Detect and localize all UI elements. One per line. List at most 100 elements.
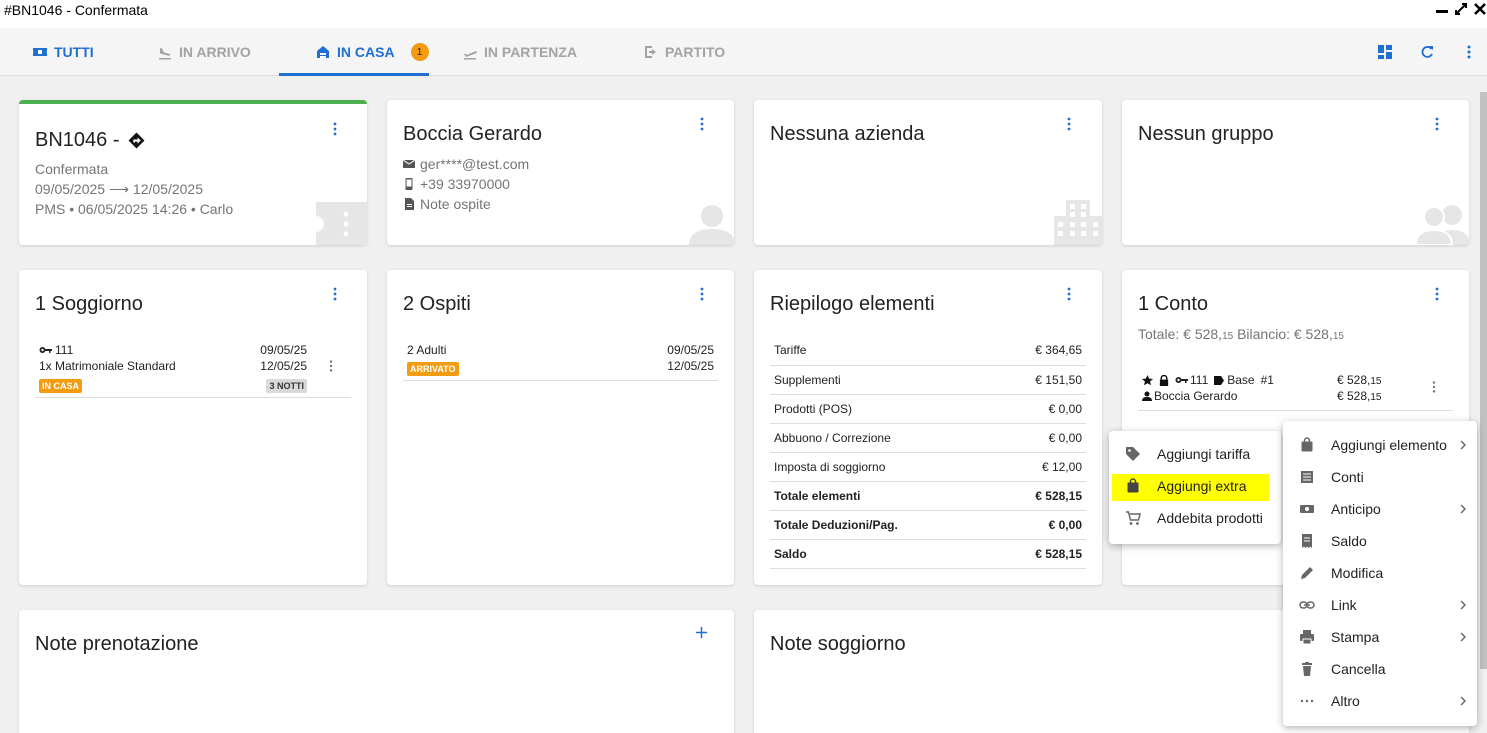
divider [1138, 410, 1453, 411]
key-icon [1175, 377, 1188, 383]
more-vert-icon[interactable] [1061, 286, 1077, 302]
menu-item-cancella[interactable]: Cancella [1283, 653, 1477, 685]
row-label: Abbuono / Correzione [770, 423, 994, 453]
booking-dates: 09/05/2025 ⟶ 12/05/2025 [35, 181, 203, 197]
add-element-submenu: Aggiungi tariffa Aggiungi extra Addebita… [1109, 431, 1281, 544]
dots-icon [1300, 699, 1314, 703]
account-room: 111 [1175, 373, 1208, 387]
table-row: Prodotti (POS) € 0,00 [770, 394, 1086, 424]
tab-in-casa[interactable]: IN CASA 1 [315, 28, 429, 76]
summary-table: Tariffe € 364,65 Supplementi € 151,50 Prod… [770, 336, 1086, 569]
guests-count[interactable]: 2 Adulti [407, 343, 446, 357]
more-vert-icon[interactable] [1461, 44, 1477, 60]
exit-icon [645, 46, 656, 58]
guest-phone[interactable]: +39 33970000 [420, 176, 510, 192]
chevron-right-icon [1460, 600, 1466, 610]
guests-departure: 12/05/25 [667, 359, 714, 373]
tab-in-arrivo[interactable]: IN ARRIVO [157, 28, 251, 76]
phone-icon [405, 178, 413, 190]
booking-source: PMS • 06/05/2025 14:26 • Carlo [35, 201, 234, 217]
more-vert-icon[interactable] [694, 116, 710, 132]
more-vert-icon[interactable] [1427, 380, 1441, 394]
booking-notes-title: Note prenotazione [35, 633, 199, 655]
more-vert-icon[interactable] [694, 286, 710, 302]
divider [35, 397, 351, 398]
account-line[interactable]: 111 Base #1 [1142, 373, 1274, 387]
menu-item-link[interactable]: Link [1283, 589, 1477, 621]
summary-title: Riepilogo elementi [770, 293, 935, 315]
directions-icon[interactable] [128, 132, 145, 149]
stay-status: IN CASA [39, 376, 83, 394]
lock-icon [1159, 374, 1169, 386]
row-value: € 364,65 [993, 336, 1086, 366]
guest-notes[interactable]: Note ospite [420, 196, 491, 212]
row-value: € 528,15 [993, 481, 1086, 511]
tab-in-partenza[interactable]: IN PARTENZA [462, 28, 577, 76]
balance-cents: 15 [1332, 331, 1344, 342]
menu-item-anticipo[interactable]: Anticipo [1283, 493, 1477, 525]
menu-item-label: Cancella [1331, 661, 1386, 677]
maximize-icon[interactable] [1454, 2, 1468, 16]
more-vert-icon[interactable] [324, 359, 338, 373]
refresh-icon[interactable] [1419, 44, 1435, 60]
row-label: Saldo [770, 539, 994, 569]
close-icon[interactable] [1473, 2, 1487, 16]
more-vert-icon[interactable] [1429, 286, 1445, 302]
scrollbar[interactable] [1480, 92, 1487, 669]
summary-card: Riepilogo elementi Tariffe € 364,65 Suppl… [754, 270, 1102, 585]
add-icon[interactable] [695, 626, 708, 639]
menu-item-altro[interactable]: Altro [1283, 685, 1477, 717]
label-icon [1214, 375, 1225, 385]
tab-partito[interactable]: PARTITO [643, 28, 725, 76]
account-totals: Totale: € 528,15 Bilancio: € 528,15 [1138, 326, 1344, 342]
plane-landing-icon [159, 48, 171, 60]
stay-title: 1 Soggiorno [35, 293, 143, 315]
active-tab-indicator [279, 73, 429, 76]
stay-card: 1 Soggiorno 111 1x Matrimoniale Standard… [19, 270, 367, 585]
account-guest-name: Boccia Gerardo [1154, 389, 1238, 403]
more-vert-icon[interactable] [327, 286, 343, 302]
menu-item-stampa[interactable]: Stampa [1283, 621, 1477, 653]
menu-item-aggiungi-elemento[interactable]: Aggiungi elemento [1283, 429, 1477, 461]
tag-icon [1126, 447, 1140, 461]
row-label: Totale Deduzioni/Pag. [770, 510, 994, 540]
stay-notes-title: Note soggiorno [770, 633, 906, 655]
company-title: Nessuna azienda [770, 123, 925, 145]
totals-cents: 15 [1222, 331, 1234, 342]
note-icon [405, 198, 414, 210]
cart-icon [1126, 511, 1141, 525]
row-value: € 12,00 [993, 452, 1086, 482]
menu-item-label: Aggiungi extra [1157, 478, 1247, 494]
amount-cents: 15 [1370, 376, 1382, 387]
chevron-right-icon [1460, 440, 1466, 450]
more-vert-icon[interactable] [327, 121, 343, 137]
table-row: Totale Deduzioni/Pag. € 0,00 [770, 510, 1086, 540]
money-icon [1300, 505, 1314, 513]
menu-item-aggiungi-extra[interactable]: Aggiungi extra [1109, 470, 1281, 502]
tab-count-badge: 1 [410, 43, 429, 61]
in-casa-tag: IN CASA [39, 379, 83, 393]
tab-tutti[interactable]: TUTTI [32, 28, 94, 76]
account-rate: Base [1214, 373, 1255, 387]
trash-icon [1302, 662, 1312, 676]
menu-item-saldo[interactable]: Saldo [1283, 525, 1477, 557]
stay-nights: 3 NOTTI [266, 376, 307, 394]
dashboard-icon[interactable] [1377, 44, 1393, 60]
table-row: Supplementi € 151,50 [770, 365, 1086, 395]
menu-item-label: Altro [1331, 693, 1360, 709]
plane-takeoff-icon [464, 51, 477, 60]
ticket-watermark-icon [316, 202, 367, 245]
menu-item-addebita-prodotti[interactable]: Addebita prodotti [1109, 502, 1281, 534]
minimize-icon[interactable] [1435, 2, 1449, 16]
table-row: Tariffe € 364,65 [770, 336, 1086, 366]
stay-room-row[interactable]: 111 [39, 343, 73, 357]
account-number: #1 [1260, 373, 1274, 387]
more-vert-icon[interactable] [1429, 116, 1445, 132]
menu-item-modifica[interactable]: Modifica [1283, 557, 1477, 589]
menu-item-conti[interactable]: Conti [1283, 461, 1477, 493]
ticket-icon [33, 48, 47, 56]
guest-email[interactable]: ger****@test.com [420, 156, 529, 172]
more-vert-icon[interactable] [1061, 116, 1077, 132]
menu-item-aggiungi-tariffa[interactable]: Aggiungi tariffa [1109, 438, 1281, 470]
row-label: Supplementi [770, 365, 994, 395]
